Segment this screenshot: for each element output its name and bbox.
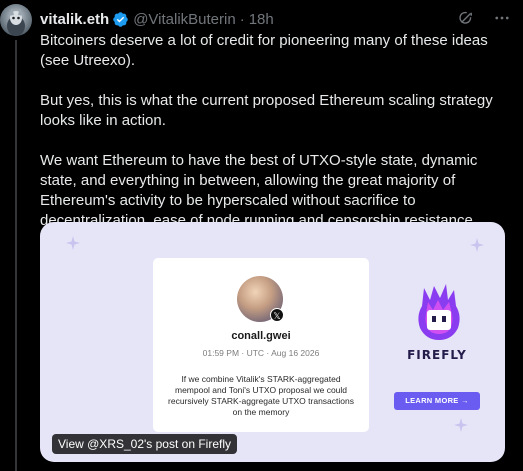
tweet-paragraph: But yes, this is what the current propos…: [40, 92, 493, 129]
sparkle-icon: [66, 236, 80, 250]
thread-line: [15, 40, 17, 471]
author-display-name[interactable]: vitalik.eth: [40, 11, 109, 28]
firefly-brand-label: FIREFLY: [407, 348, 467, 362]
view-post-link[interactable]: View @XRS_02's post on Firefly: [52, 434, 237, 454]
tweet-paragraph: We want Ethereum to have the best of UTX…: [40, 152, 478, 229]
embedded-post[interactable]: 𝕏 conall.gwei 01:59 PM · UTC · Aug 16 20…: [153, 258, 369, 432]
tweet-paragraph: Bitcoiners deserve a lot of credit for p…: [40, 32, 488, 69]
tweet: vitalik.eth @VitalikButerin · 18h Bitcoi…: [0, 0, 523, 471]
tweet-header: vitalik.eth @VitalikButerin · 18h: [40, 9, 511, 29]
separator-dot: ·: [239, 10, 245, 28]
embedded-post-username: conall.gwei: [231, 330, 291, 342]
link-card[interactable]: 𝕏 conall.gwei 01:59 PM · UTC · Aug 16 20…: [40, 222, 505, 462]
learn-more-button[interactable]: LEARN MORE →: [394, 392, 480, 410]
verified-badge-icon[interactable]: [112, 11, 129, 28]
more-options-icon[interactable]: [493, 9, 511, 27]
tweet-time[interactable]: 18h: [249, 11, 274, 28]
sparkle-icon: [470, 238, 484, 252]
grok-icon[interactable]: [457, 9, 475, 27]
author-handle[interactable]: @VitalikButerin: [133, 11, 236, 28]
header-actions: [457, 9, 511, 27]
author-avatar[interactable]: [0, 4, 32, 36]
firefly-logo-icon: [418, 284, 460, 340]
tweet-body: Bitcoiners deserve a lot of credit for p…: [40, 31, 510, 231]
embedded-post-text: If we combine Vitalik's STARK-aggregated…: [168, 374, 354, 417]
embedded-post-timestamp: 01:59 PM · UTC · Aug 16 2026: [202, 348, 320, 358]
sparkle-icon: [454, 418, 468, 432]
x-logo-icon: 𝕏: [270, 308, 284, 322]
